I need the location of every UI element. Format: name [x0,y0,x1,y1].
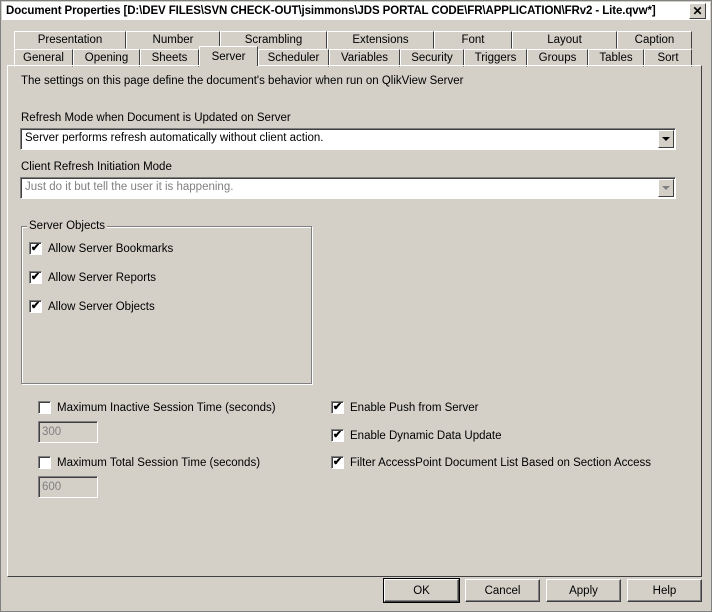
max-total-session-input[interactable]: 600 [38,476,98,498]
close-button[interactable]: ✕ [689,3,706,19]
server-description: The settings on this page define the doc… [21,75,464,87]
checkbox-box[interactable] [38,401,51,414]
checkbox-box[interactable] [38,456,51,469]
checkbox-box[interactable]: ✔ [331,429,344,442]
checkbox-box[interactable]: ✔ [331,401,344,414]
client-refresh-select[interactable]: Just do it but tell the user it is happe… [20,177,676,199]
enable-push-label: Enable Push from Server [350,401,479,414]
allow-server-objects-label: Allow Server Objects [48,300,155,313]
checkbox-box[interactable]: ✔ [331,456,344,469]
filter-accesspoint-label: Filter AccessPoint Document List Based o… [350,456,652,469]
document-properties-dialog: Document Properties [D:\DEV FILES\SVN CH… [0,0,712,612]
title-bar: Document Properties [D:\DEV FILES\SVN CH… [2,2,710,20]
client-refresh-label: Client Refresh Initiation Mode [21,161,172,173]
checkmark-icon: ✔ [30,300,41,312]
allow-server-bookmarks-label: Allow Server Bookmarks [48,242,174,255]
cancel-button[interactable]: Cancel [465,579,540,602]
checkbox-box[interactable]: ✔ [29,271,42,284]
allow-server-objects-checkbox[interactable]: ✔ Allow Server Objects [29,300,155,313]
checkbox-box[interactable]: ✔ [29,242,42,255]
checkmark-icon: ✔ [30,242,41,254]
refresh-mode-label: Refresh Mode when Document is Updated on… [21,112,291,124]
checkmark-icon: ✔ [332,456,343,468]
tab-font[interactable]: Font [434,31,512,49]
client-refresh-value: Just do it but tell the user it is happe… [25,181,234,193]
help-button[interactable]: Help [627,579,702,602]
window-title: Document Properties [D:\DEV FILES\SVN CH… [6,5,656,17]
enable-push-checkbox[interactable]: ✔ Enable Push from Server [331,401,478,414]
checkmark-icon: ✔ [332,429,343,441]
max-inactive-session-input[interactable]: 300 [38,421,98,443]
max-inactive-session-checkbox[interactable]: Maximum Inactive Session Time (seconds) [38,401,276,414]
max-total-session-value: 600 [42,481,62,493]
allow-server-bookmarks-checkbox[interactable]: ✔ Allow Server Bookmarks [29,242,173,255]
chevron-down-icon[interactable] [658,179,674,197]
enable-dynamic-update-checkbox[interactable]: ✔ Enable Dynamic Data Update [331,429,502,442]
enable-dynamic-update-label: Enable Dynamic Data Update [350,429,502,442]
max-total-session-label: Maximum Total Session Time (seconds) [57,456,261,469]
ok-button[interactable]: OK [383,578,460,603]
max-inactive-session-label: Maximum Inactive Session Time (seconds) [57,401,276,414]
max-total-session-checkbox[interactable]: Maximum Total Session Time (seconds) [38,456,260,469]
allow-server-reports-checkbox[interactable]: ✔ Allow Server Reports [29,271,156,284]
tab-extensions[interactable]: Extensions [327,31,434,49]
chevron-down-icon[interactable] [658,130,674,148]
tab-server[interactable]: Server [199,46,258,66]
allow-server-reports-label: Allow Server Reports [48,271,157,284]
tab-presentation[interactable]: Presentation [14,31,126,49]
checkbox-box[interactable]: ✔ [29,300,42,313]
max-inactive-session-value: 300 [42,426,62,438]
checkmark-icon: ✔ [30,271,41,283]
tab-layout[interactable]: Layout [512,31,617,49]
refresh-mode-select[interactable]: Server performs refresh automatically wi… [20,128,676,150]
refresh-mode-value: Server performs refresh automatically wi… [25,132,324,144]
tab-caption[interactable]: Caption [617,31,692,49]
filter-accesspoint-checkbox[interactable]: ✔ Filter AccessPoint Document List Based… [331,456,651,469]
server-objects-title: Server Objects [27,220,108,232]
checkmark-icon: ✔ [332,401,343,413]
apply-button[interactable]: Apply [546,579,621,602]
